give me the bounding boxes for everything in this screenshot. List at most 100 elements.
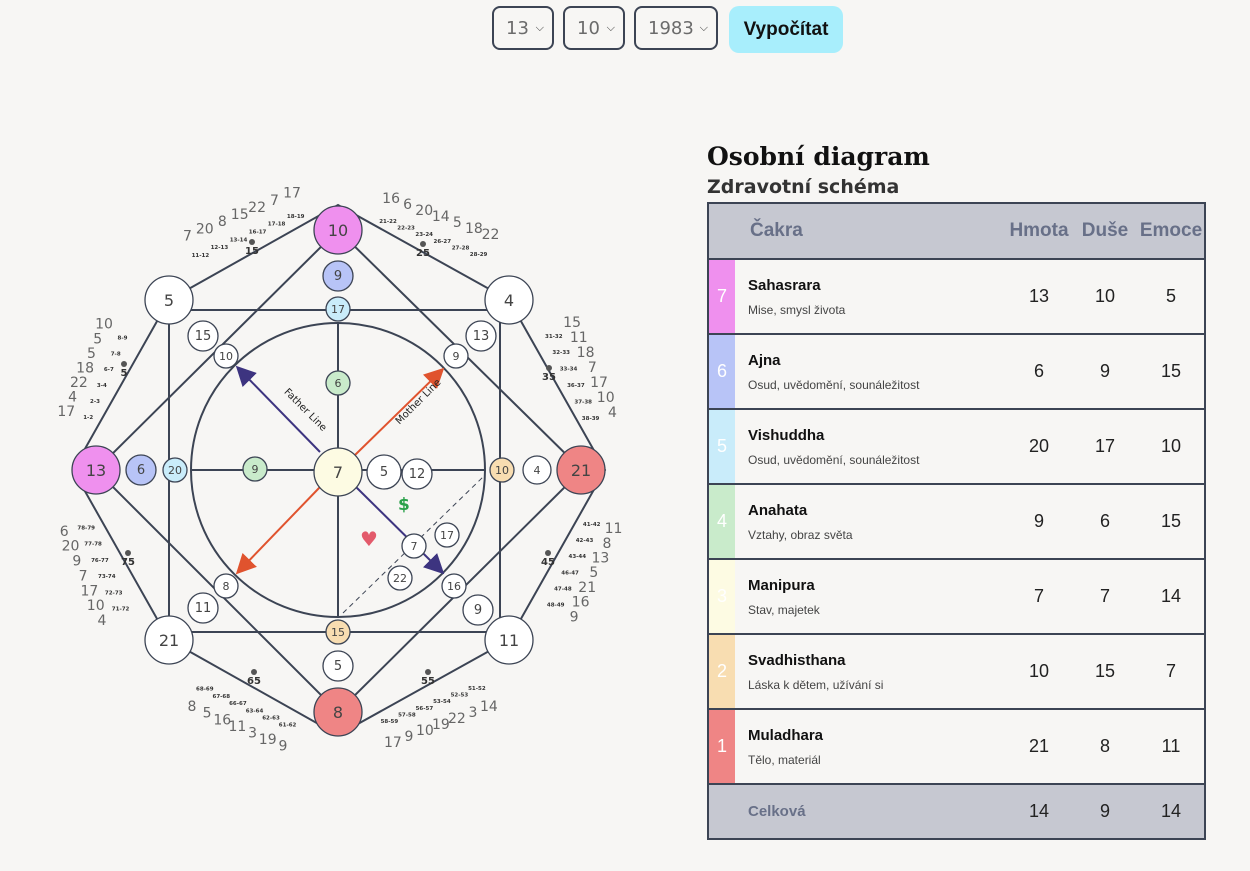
node-value: 8 — [223, 580, 230, 593]
age-range-label: 17-18 — [268, 222, 286, 228]
node-value: 15 — [195, 329, 212, 344]
emoce-value: 11 — [1138, 708, 1205, 785]
node-value: 6 — [335, 377, 342, 390]
table-total-row: Celková 14 9 14 — [708, 783, 1205, 840]
table-header: Čakra Hmota Duše Emoce — [708, 202, 1205, 260]
age-range-label: 67-68 — [213, 694, 231, 700]
edge-value: 10 — [95, 317, 113, 333]
edge-value: 7 — [183, 229, 192, 245]
chakra-name-cell: Manipura Stav, majetek — [735, 558, 1006, 635]
age-range-label: 1-2 — [83, 415, 93, 421]
edge-value: 5 — [589, 565, 598, 581]
age-marker-dot — [425, 669, 431, 675]
node-value: 7 — [333, 463, 343, 482]
edge-value: 9 — [404, 729, 413, 745]
edge-value: 7 — [79, 569, 88, 585]
age-range-label: 63-64 — [246, 708, 264, 714]
edge-value: 8 — [218, 214, 227, 230]
month-value: 10 — [577, 17, 600, 39]
age-range-label: 32-33 — [552, 350, 570, 356]
chakra-name-cell: Svadhisthana Láska k dětem, užívání si — [735, 633, 1006, 710]
age-range-label: 58-59 — [381, 719, 399, 725]
total-hmota: 14 — [1006, 783, 1072, 840]
table-row: 1 Muladhara Tělo, materiál 21 8 11 — [708, 708, 1205, 785]
year-select[interactable]: 1983 ⌵ — [634, 6, 718, 50]
edge-value: 3 — [248, 725, 257, 741]
total-num — [708, 783, 735, 840]
age-range-label: 43-44 — [569, 554, 587, 560]
year-value: 1983 — [648, 17, 694, 39]
edge-value: 16 — [213, 712, 231, 728]
edge-value: 8 — [188, 699, 197, 715]
chakra-number: 7 — [708, 258, 735, 335]
edge-value: 4 — [608, 405, 617, 421]
hmota-value: 21 — [1006, 708, 1072, 785]
age-marker-dot — [420, 241, 426, 247]
edge-value: 14 — [432, 209, 450, 225]
chakra-description: Láska k dětem, užívání si — [748, 677, 884, 692]
chakra-number: 6 — [708, 333, 735, 410]
age-range-label: 16-17 — [249, 230, 267, 236]
age-range-label: 21-22 — [379, 219, 397, 225]
age-marker: 15 — [245, 246, 259, 257]
month-select[interactable]: 10 ⌵ — [563, 6, 625, 50]
chakra-name: Manipura — [748, 576, 815, 594]
edge-value: 20 — [62, 539, 80, 555]
emoce-value: 15 — [1138, 333, 1205, 410]
edge-value: 13 — [591, 551, 609, 567]
age-range-label: 6-7 — [104, 367, 114, 373]
node-value: 17 — [331, 303, 345, 316]
age-marker-dot — [545, 550, 551, 556]
edge-value: 7 — [588, 360, 597, 376]
total-emoce: 14 — [1138, 783, 1205, 840]
birthdate-form: 13 ⌵ 10 ⌵ 1983 ⌵ Vypočítat — [492, 6, 843, 54]
chakra-name: Ajna — [748, 351, 781, 369]
emoce-value: 5 — [1138, 258, 1205, 335]
node-value: 9 — [453, 350, 460, 363]
table-row: 6 Ajna Osud, uvědomění, sounáležitost 6 9 15 — [708, 333, 1205, 410]
edge-value: 9 — [570, 609, 579, 625]
edge-value: 17 — [57, 404, 75, 420]
edge-value: 5 — [453, 215, 462, 231]
age-range-label: 57-58 — [398, 712, 416, 718]
edge-value: 15 — [231, 207, 249, 223]
node-value: 15 — [331, 626, 345, 639]
day-value: 13 — [506, 17, 529, 39]
node-value: 6 — [137, 463, 145, 478]
age-range-label: 8-9 — [118, 335, 128, 341]
page-title: Osobní diagram — [707, 142, 930, 171]
age-marker: 65 — [247, 676, 261, 687]
age-range-label: 46-47 — [561, 570, 579, 576]
node-value: 10 — [495, 464, 509, 477]
hmota-value: 10 — [1006, 633, 1072, 710]
diagram-nodes: 10421118211359176 20 10 415515101398111697 5… — [71, 205, 606, 737]
edge-value: 22 — [70, 375, 88, 391]
chakra-name-cell: Ajna Osud, uvědomění, sounáležitost — [735, 333, 1006, 410]
emoce-value: 15 — [1138, 483, 1205, 560]
header-emoce: Emoce — [1138, 202, 1205, 260]
calculate-button[interactable]: Vypočítat — [729, 6, 843, 53]
day-select[interactable]: 13 ⌵ — [492, 6, 554, 50]
node-value: 4 — [534, 464, 541, 477]
age-range-label: 37-38 — [574, 399, 592, 405]
age-range-label: 42-43 — [576, 538, 594, 544]
edge-value: 22 — [482, 227, 500, 243]
edge-value: 20 — [196, 221, 214, 237]
edge-value: 19 — [432, 717, 450, 733]
emoce-value: 7 — [1138, 633, 1205, 710]
age-range-label: 77-78 — [84, 542, 102, 548]
age-marker-dot — [546, 365, 552, 371]
chevron-down-icon: ⌵ — [535, 21, 544, 34]
chakra-name: Anahata — [748, 501, 808, 519]
edge-value: 6 — [60, 524, 69, 540]
node-value: 12 — [409, 467, 426, 482]
edge-value: 16 — [572, 595, 590, 611]
age-range-label: 18-19 — [287, 214, 305, 220]
hmota-value: 7 — [1006, 558, 1072, 635]
chakra-name-cell: Muladhara Tělo, materiál — [735, 708, 1006, 785]
edge-value: 16 — [382, 191, 400, 207]
edge-value: 5 — [93, 331, 102, 347]
age-range-label: 27-28 — [452, 245, 470, 251]
chakra-description: Mise, smysl života — [748, 302, 846, 317]
age-range-label: 28-29 — [470, 252, 488, 258]
